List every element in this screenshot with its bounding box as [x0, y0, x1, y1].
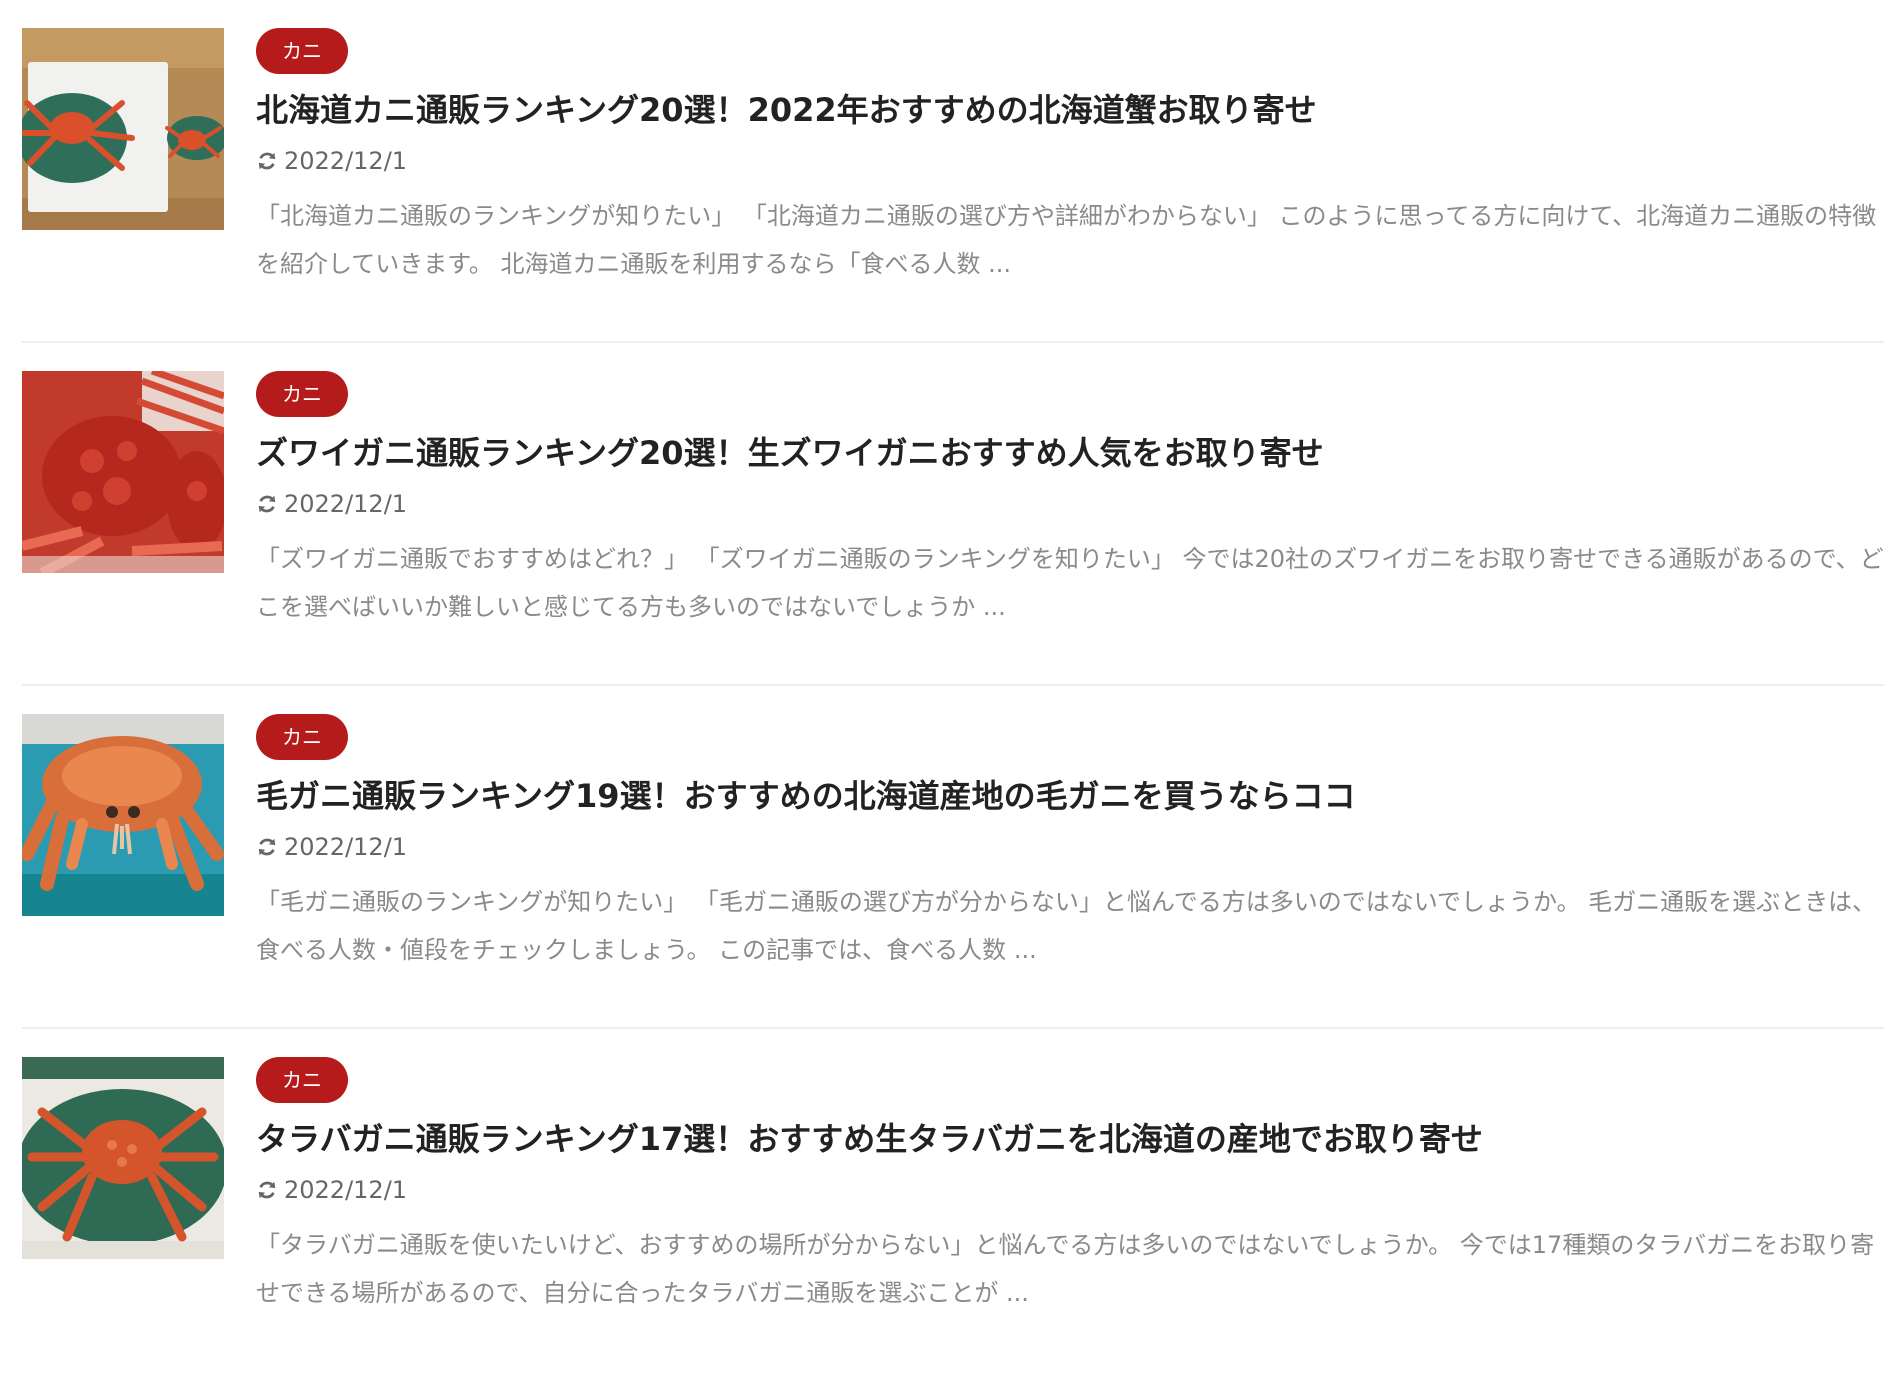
post-date: 2022/12/1: [284, 833, 408, 861]
post-content: カニ ズワイガニ通販ランキング20選！生ズワイガニおすすめ人気をお取り寄せ 20…: [256, 371, 1884, 631]
category-badge[interactable]: カニ: [256, 371, 348, 417]
crab-thumbnail-image: [22, 371, 224, 573]
post-thumbnail[interactable]: [22, 371, 224, 573]
crab-thumbnail-image: [22, 28, 224, 230]
post-date: 2022/12/1: [284, 490, 408, 518]
post-meta: 2022/12/1: [256, 144, 1884, 178]
category-badge[interactable]: カニ: [256, 28, 348, 74]
post-thumbnail[interactable]: [22, 1057, 224, 1259]
post-thumbnail[interactable]: [22, 714, 224, 916]
post-date: 2022/12/1: [284, 1176, 408, 1204]
post-date: 2022/12/1: [284, 147, 408, 175]
post-item: カニ 毛ガニ通販ランキング19選！おすすめの北海道産地の毛ガニを買うならココ 2…: [22, 714, 1884, 1029]
refresh-icon: [258, 495, 276, 513]
refresh-icon: [258, 838, 276, 856]
post-content: カニ 北海道カニ通販ランキング20選！2022年おすすめの北海道蟹お取り寄せ 2…: [256, 28, 1884, 288]
category-badge[interactable]: カニ: [256, 714, 348, 760]
post-content: カニ タラバガニ通販ランキング17選！おすすめ生タラバガニを北海道の産地でお取り…: [256, 1057, 1884, 1317]
post-excerpt: 「ズワイガニ通販でおすすめはどれ？」 「ズワイガニ通販のランキングを知りたい」 …: [256, 545, 1884, 621]
post-title[interactable]: 毛ガニ通販ランキング19選！おすすめの北海道産地の毛ガニを買うならココ: [256, 774, 1884, 818]
post-item: カニ タラバガニ通販ランキング17選！おすすめ生タラバガニを北海道の産地でお取り…: [22, 1057, 1884, 1372]
post-title[interactable]: ズワイガニ通販ランキング20選！生ズワイガニおすすめ人気をお取り寄せ: [256, 431, 1884, 475]
refresh-icon: [258, 152, 276, 170]
post-title[interactable]: タラバガニ通販ランキング17選！おすすめ生タラバガニを北海道の産地でお取り寄せ: [256, 1117, 1884, 1161]
post-meta: 2022/12/1: [256, 487, 1884, 521]
post-list: カニ 北海道カニ通販ランキング20選！2022年おすすめの北海道蟹お取り寄せ 2…: [22, 28, 1884, 1400]
post-content: カニ 毛ガニ通販ランキング19選！おすすめの北海道産地の毛ガニを買うならココ 2…: [256, 714, 1884, 974]
crab-thumbnail-image: [22, 714, 224, 916]
post-excerpt: 「毛ガニ通販のランキングが知りたい」 「毛ガニ通販の選び方が分からない」と悩んで…: [256, 888, 1877, 964]
post-meta: 2022/12/1: [256, 830, 1884, 864]
post-item: カニ ズワイガニ通販ランキング20選！生ズワイガニおすすめ人気をお取り寄せ 20…: [22, 371, 1884, 686]
post-excerpt: 「北海道カニ通販のランキングが知りたい」 「北海道カニ通販の選び方や詳細がわから…: [256, 202, 1877, 278]
post-title[interactable]: 北海道カニ通販ランキング20選！2022年おすすめの北海道蟹お取り寄せ: [256, 88, 1884, 132]
post-thumbnail[interactable]: [22, 28, 224, 230]
crab-thumbnail-image: [22, 1057, 224, 1259]
post-excerpt: 「タラバガニ通販を使いたいけど、おすすめの場所が分からない」と悩んでる方は多いの…: [256, 1231, 1875, 1307]
post-meta: 2022/12/1: [256, 1173, 1884, 1207]
post-item: カニ 北海道カニ通販ランキング20選！2022年おすすめの北海道蟹お取り寄せ 2…: [22, 28, 1884, 343]
category-badge[interactable]: カニ: [256, 1057, 348, 1103]
refresh-icon: [258, 1181, 276, 1199]
